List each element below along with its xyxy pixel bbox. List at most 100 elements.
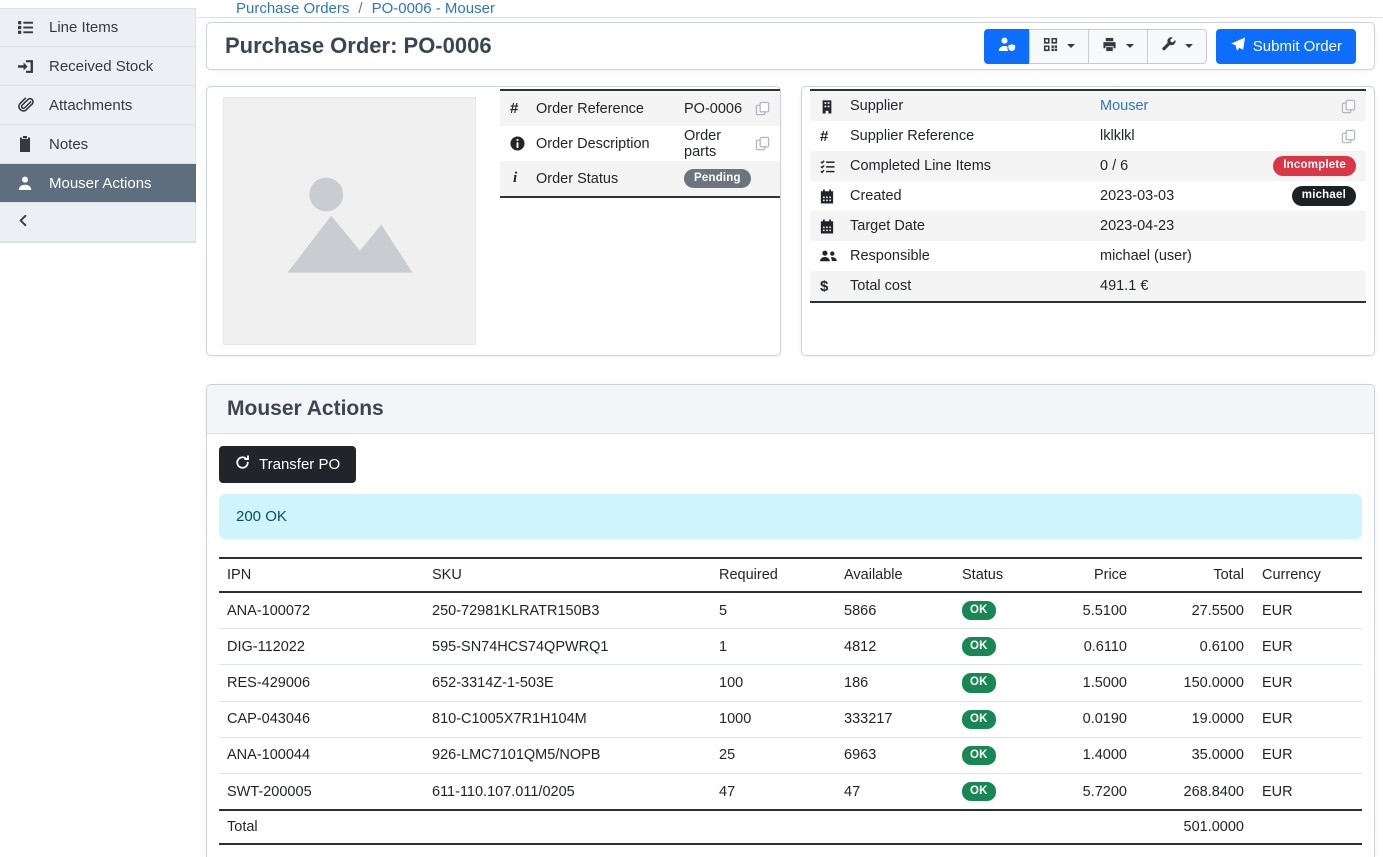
table-row: RES-429006 652-3314Z-1-503E 100 186 OK 1… [219,665,1362,701]
chevron-down-icon [1185,44,1193,48]
users-icon [820,249,850,263]
table-body: ANA-100072 250-72981KLRATR150B3 5 5866 O… [219,592,1362,810]
app-window: Line Items Received Stock Attachments No… [0,0,1383,794]
cell-price: 1.5000 [1057,665,1127,701]
sidebar-nav: Line Items Received Stock Attachments No… [0,8,196,243]
cell-required: 47 [711,774,836,811]
cell-available: 5866 [836,592,954,629]
cell-total: 19.0000 [1127,701,1244,737]
order-actions-button-group [984,29,1207,64]
sidebar-item-attachments[interactable]: Attachments [0,86,196,125]
chevron-left-icon [16,213,31,231]
hash-icon: # [510,100,536,117]
order-tools-button[interactable] [1147,29,1207,64]
detail-value: PO-0006 [684,101,755,117]
cell-currency: EUR [1244,629,1362,665]
ok-badge: OK [962,673,996,692]
detail-row-order-status: i Order Status Pending [500,161,780,196]
list-icon [16,19,34,36]
status-alert: 200 OK [219,494,1362,539]
breadcrumb-root-link[interactable]: Purchase Orders [236,0,349,17]
cell-required: 100 [711,665,836,701]
cell-currency: EUR [1244,737,1362,773]
sidebar-item-label: Line Items [49,19,118,36]
user-icon [16,175,34,191]
cell-required: 5 [711,592,836,629]
cell-ipn: RES-429006 [219,665,424,701]
submit-order-button[interactable]: Submit Order [1216,29,1356,64]
detail-value: lklklkl [1100,128,1341,144]
supplier-link[interactable]: Mouser [1100,98,1148,114]
cell-price: 5.5100 [1057,592,1127,629]
table-row: SWT-200005 611-110.107.011/0205 47 47 OK… [219,774,1362,811]
building-icon [820,99,850,114]
cell-required: 25 [711,737,836,773]
paperclip-icon [16,97,34,114]
user-shield-icon [998,36,1016,56]
copy-icon[interactable] [755,101,770,116]
transfer-po-button[interactable]: Transfer PO [219,446,356,483]
sidebar: Line Items Received Stock Attachments No… [0,0,196,794]
sidebar-item-label: Notes [49,136,88,153]
breadcrumb-current-link[interactable]: PO-0006 - Mouser [372,0,495,17]
cell-status: OK [954,665,1057,701]
cell-price: 5.7200 [1057,774,1127,811]
copy-icon[interactable] [1341,129,1356,144]
cell-total: 35.0000 [1127,737,1244,773]
ok-badge: OK [962,601,996,620]
print-actions-button[interactable] [1088,29,1148,64]
breadcrumb: Purchase Orders / PO-0006 - Mouser [196,0,1383,18]
cell-ipn: SWT-200005 [219,774,424,811]
copy-icon[interactable] [755,136,770,151]
cell-price: 0.6110 [1057,629,1127,665]
sidebar-item-label: Received Stock [49,58,153,75]
detail-row-target-date: Target Date 2023-04-23 [810,211,1366,241]
detail-value: 2023-03-03 [1100,188,1292,204]
sidebar-item-mouser-actions[interactable]: Mouser Actions [0,164,196,203]
cell-ipn: DIG-112022 [219,629,424,665]
order-details-row: # Order Reference PO-0006 Order Descri [206,86,1375,356]
cell-sku: 810-C1005X7R1H104M [424,701,711,737]
refresh-icon [235,455,250,474]
cell-required: 1000 [711,701,836,737]
detail-row-supplier-reference: # Supplier Reference lklklkl [810,121,1366,151]
chevron-down-icon [1067,44,1075,48]
chevron-down-icon [1126,44,1134,48]
supplier-details-card: Supplier Mouser # Supplier Reference lkl… [801,86,1375,356]
detail-row-total-cost: $ Total cost 491.1 € [810,271,1366,301]
qrcode-icon [1043,37,1058,56]
sign-in-icon [16,58,34,75]
cell-ipn: ANA-100072 [219,592,424,629]
cell-currency: EUR [1244,701,1362,737]
detail-label: Supplier [850,98,1100,114]
ok-badge: OK [962,782,996,801]
table-footer: Total 501.0000 [219,810,1362,844]
copy-icon[interactable] [1341,99,1356,114]
column-header-available: Available [836,558,954,592]
cell-sku: 250-72981KLRATR150B3 [424,592,711,629]
cell-available: 47 [836,774,954,811]
ok-badge: OK [962,746,996,765]
detail-value: michael (user) [1100,248,1356,264]
admin-button[interactable] [984,29,1030,64]
cell-price: 0.0190 [1057,701,1127,737]
sidebar-item-notes[interactable]: Notes [0,125,196,164]
detail-row-order-reference: # Order Reference PO-0006 [500,91,780,126]
barcode-actions-button[interactable] [1029,29,1089,64]
ok-badge: OK [962,637,996,656]
incomplete-badge: Incomplete [1273,156,1356,175]
detail-value: 0 / 6 [1100,158,1273,174]
sidebar-item-label: Mouser Actions [49,175,152,192]
detail-value: 491.1 € [1100,278,1356,294]
info-icon: i [510,170,536,187]
detail-row-completed-line-items: Completed Line Items 0 / 6 Incomplete [810,151,1366,181]
sidebar-item-received-stock[interactable]: Received Stock [0,47,196,86]
sidebar-collapse-button[interactable] [0,203,196,242]
panel-title: Mouser Actions [227,397,384,420]
detail-value: Pending [684,169,770,188]
cell-status: OK [954,774,1057,811]
cell-currency: EUR [1244,665,1362,701]
hash-icon: # [820,128,850,145]
printer-icon [1102,37,1117,56]
sidebar-item-line-items[interactable]: Line Items [0,8,196,47]
